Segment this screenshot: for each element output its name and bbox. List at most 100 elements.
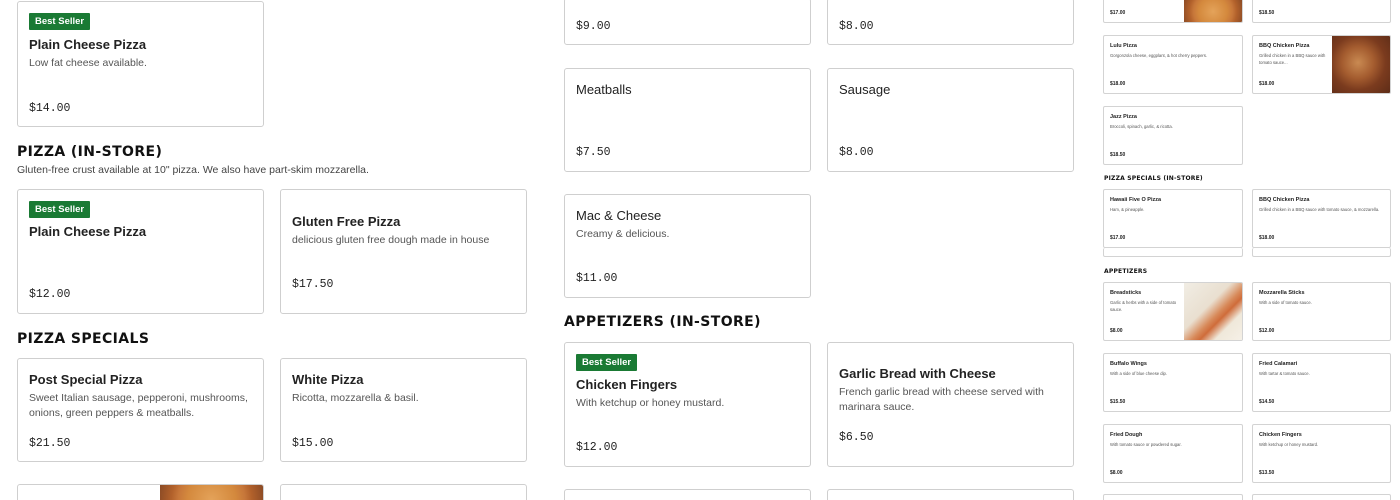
- item-price: $14.50: [1259, 399, 1275, 405]
- item-name: Buffalo Wings: [1110, 361, 1147, 367]
- menu-item-card[interactable]: [1252, 494, 1391, 500]
- item-name: Lulu Pizza: [1110, 43, 1137, 49]
- menu-item-card[interactable]: $17.00: [1103, 0, 1243, 23]
- menu-item-card[interactable]: Fried Dough With tomato sauce or powdere…: [1103, 424, 1243, 483]
- section-title: APPETIZERS: [1104, 268, 1148, 275]
- item-name: Mac & Cheese: [576, 208, 662, 223]
- menu-item-card[interactable]: Chicken Fingers With ketchup or honey mu…: [1252, 424, 1391, 483]
- item-name: Fried Calamari: [1259, 361, 1298, 367]
- menu-item-card[interactable]: Fried Calamari With tartar & tomato sauc…: [1252, 353, 1391, 412]
- menu-item-card[interactable]: Post Special Pizza Sweet Italian sausage…: [17, 358, 264, 462]
- item-price: $11.00: [576, 272, 618, 285]
- food-photo: [1184, 283, 1242, 340]
- item-name: Hawaii Five O Pizza: [1110, 197, 1162, 203]
- menu-item-card[interactable]: Best Seller Chicken Fingers With ketchup…: [564, 342, 811, 467]
- item-price: $17.50: [292, 278, 334, 291]
- item-price: $18.50: [1110, 152, 1126, 158]
- item-price: $12.00: [1259, 328, 1275, 334]
- item-description: With a side of tomato sauce.: [1259, 300, 1312, 305]
- item-price: $17.00: [1110, 10, 1126, 16]
- item-name: Fried Dough: [1110, 432, 1143, 438]
- topping-card[interactable]: $8.00: [827, 0, 1074, 45]
- item-description: With ketchup or honey mustard.: [576, 397, 725, 409]
- pizza-photo: [160, 485, 263, 500]
- item-description: Ricotta, mozzarella & basil.: [292, 392, 419, 404]
- item-description: Creamy & delicious.: [576, 228, 670, 240]
- section-subtitle: Gluten-free crust available at 10" pizza…: [17, 164, 369, 176]
- item-price: $8.00: [839, 20, 874, 33]
- menu-item-card[interactable]: Mac & Cheese Creamy & delicious. $11.00: [564, 194, 811, 298]
- card-divider: [1252, 248, 1391, 257]
- item-price: $21.50: [29, 437, 71, 450]
- menu-item-card[interactable]: Hawaii Five O Pizza Ham, & pineapple. $1…: [1103, 189, 1243, 248]
- card-divider: [1103, 248, 1243, 257]
- item-price: $15.00: [292, 437, 334, 450]
- item-description: Grilled chicken in a BBQ sauce with toma…: [1259, 53, 1326, 65]
- item-description: Grilled chicken in a BBQ sauce with toma…: [1259, 207, 1380, 212]
- item-name: BBQ Chicken Pizza: [1259, 197, 1310, 203]
- menu-item-card[interactable]: White Pizza Ricotta, mozzarella & basil.…: [280, 358, 527, 462]
- pizza-photo: [1332, 36, 1390, 93]
- item-price: $8.00: [1110, 328, 1123, 334]
- menu-item-card[interactable]: [17, 484, 264, 500]
- item-name: Gluten Free Pizza: [292, 214, 401, 229]
- item-description: With tomato sauce or powdered sugar.: [1110, 442, 1182, 447]
- menu-item-card[interactable]: [280, 484, 527, 500]
- menu-item-card[interactable]: [1103, 494, 1243, 500]
- item-description: Garlic & herbs with a side of tomato sau…: [1110, 300, 1177, 312]
- menu-item-card[interactable]: BBQ Chicken Pizza Grilled chicken in a B…: [1252, 35, 1391, 94]
- item-name: Chicken Fingers: [576, 377, 678, 392]
- item-name: Plain Cheese Pizza: [29, 224, 147, 239]
- item-name: BBQ Chicken Pizza: [1259, 43, 1310, 49]
- item-description: With tartar & tomato sauce.: [1259, 371, 1310, 376]
- item-description: Ham, & pineapple.: [1110, 207, 1145, 212]
- item-name: Mozzarella Sticks: [1259, 290, 1305, 296]
- topping-card[interactable]: Sausage $8.00: [827, 68, 1074, 172]
- item-price: $18.00: [1110, 81, 1126, 87]
- item-name: Chicken Fingers: [1259, 432, 1302, 438]
- item-price: $7.50: [576, 146, 611, 159]
- topping-card[interactable]: Meatballs $7.50: [564, 68, 811, 172]
- item-price: $17.00: [1110, 235, 1126, 241]
- menu-item-card[interactable]: Garlic Bread with Cheese French garlic b…: [827, 342, 1074, 467]
- menu-item-card[interactable]: Mozzarella Sticks With a side of tomato …: [1252, 282, 1391, 341]
- menu-item-card[interactable]: Jazz Pizza Broccoli, spinach, garlic, & …: [1103, 106, 1243, 165]
- item-price: $9.00: [576, 20, 611, 33]
- item-name: Jazz Pizza: [1110, 114, 1137, 120]
- item-price: $8.00: [839, 146, 874, 159]
- section-title: PIZZA SPECIALS (IN-STORE): [1104, 175, 1203, 182]
- item-description: Broccoli, spinach, garlic, & ricotta.: [1110, 124, 1173, 129]
- item-name: Post Special Pizza: [29, 372, 143, 387]
- best-seller-badge: Best Seller: [29, 201, 91, 218]
- menu-item-card[interactable]: [827, 489, 1074, 500]
- menu-item-card[interactable]: Best Seller Plain Cheese Pizza Low fat c…: [17, 1, 264, 127]
- menu-item-card[interactable]: [564, 489, 811, 500]
- pizza-photo: [1184, 0, 1242, 22]
- item-price: $14.00: [29, 102, 71, 115]
- item-price: $18.00: [1259, 235, 1275, 241]
- menu-item-card[interactable]: Breadsticks Garlic & herbs with a side o…: [1103, 282, 1243, 341]
- item-price: $12.00: [29, 288, 71, 301]
- item-description: Low fat cheese available.: [29, 57, 147, 69]
- menu-item-card[interactable]: Buffalo Wings With a side of blue cheese…: [1103, 353, 1243, 412]
- item-name: Plain Cheese Pizza: [29, 37, 147, 52]
- menu-item-card[interactable]: $18.50: [1252, 0, 1391, 23]
- item-price: $8.00: [1110, 470, 1123, 476]
- topping-card[interactable]: $9.00: [564, 0, 811, 45]
- section-title: APPETIZERS (IN-STORE): [564, 314, 761, 330]
- item-description: delicious gluten free dough made in hous…: [292, 234, 490, 246]
- section-title: PIZZA SPECIALS: [17, 331, 150, 347]
- item-price: $18.00: [1259, 81, 1275, 87]
- item-price: $13.50: [1259, 470, 1275, 476]
- item-description: With a side of blue cheese dip.: [1110, 371, 1168, 376]
- best-seller-badge: Best Seller: [576, 354, 638, 371]
- item-price: $18.50: [1259, 10, 1275, 16]
- menu-item-card[interactable]: Gluten Free Pizza delicious gluten free …: [280, 189, 527, 314]
- item-description: With ketchup or honey mustard.: [1259, 442, 1319, 447]
- menu-item-card[interactable]: Lulu Pizza Gorgonzola cheese, eggplant, …: [1103, 35, 1243, 94]
- item-price: $6.50: [839, 431, 874, 444]
- section-title: PIZZA (IN-STORE): [17, 144, 163, 160]
- item-description: Gorgonzola cheese, eggplant, & hot cherr…: [1110, 53, 1208, 58]
- menu-item-card[interactable]: Best Seller Plain Cheese Pizza $12.00: [17, 189, 264, 314]
- menu-item-card[interactable]: BBQ Chicken Pizza Grilled chicken in a B…: [1252, 189, 1391, 248]
